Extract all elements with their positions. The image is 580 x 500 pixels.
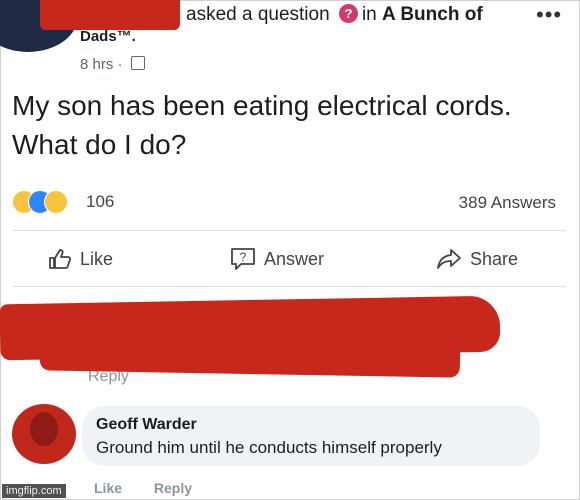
reaction-count: 106 — [86, 192, 115, 211]
commenter-avatar[interactable] — [12, 404, 76, 464]
asked-question-text: asked a question — [186, 4, 330, 25]
avatar-face — [30, 412, 58, 446]
question-text: My son has been eating electrical cords.… — [12, 90, 512, 160]
divider — [12, 286, 566, 287]
wow-reaction-icon — [44, 190, 68, 214]
comment-like-link[interactable]: Like — [94, 480, 122, 496]
group-name-link[interactable]: A Bunch of — [382, 4, 483, 25]
answer-icon: ? — [231, 248, 255, 270]
question-icon: ? — [338, 4, 358, 23]
like-button[interactable]: Like — [48, 244, 113, 274]
share-label: Share — [470, 248, 519, 269]
like-label: Like — [80, 248, 114, 269]
answers-count-link[interactable]: 389 Answers — [459, 193, 556, 213]
comment-text: Ground him until he conducts himself pro… — [96, 438, 442, 457]
watermark: imgflip.com — [2, 484, 66, 498]
group-name-continued[interactable]: Dads™. — [80, 28, 136, 45]
post-time[interactable]: 8 hrs · — [80, 56, 123, 73]
share-icon — [437, 249, 461, 269]
svg-text:?: ? — [240, 250, 247, 264]
comment-actions: Like Reply — [94, 480, 220, 496]
post-meta: 8 hrs · — [80, 56, 145, 73]
group-privacy-icon — [130, 56, 145, 70]
comment-reply-link[interactable]: Reply — [154, 480, 192, 496]
share-button[interactable]: Share — [436, 244, 518, 274]
in-text: in — [361, 4, 377, 25]
comment-bubble: Geoff Warder Ground him until he conduct… — [82, 406, 540, 466]
answer-button[interactable]: ? Answer — [230, 244, 324, 274]
divider — [12, 230, 566, 231]
more-options-icon[interactable]: ••• — [536, 2, 562, 28]
answer-label: Answer — [264, 248, 325, 269]
commenter-name[interactable]: Geoff Warder — [96, 416, 197, 434]
redacted-poster-name — [40, 0, 180, 30]
thumbs-up-icon — [49, 249, 72, 269]
post-header: asked a question ? in A Bunch of — [186, 4, 483, 26]
